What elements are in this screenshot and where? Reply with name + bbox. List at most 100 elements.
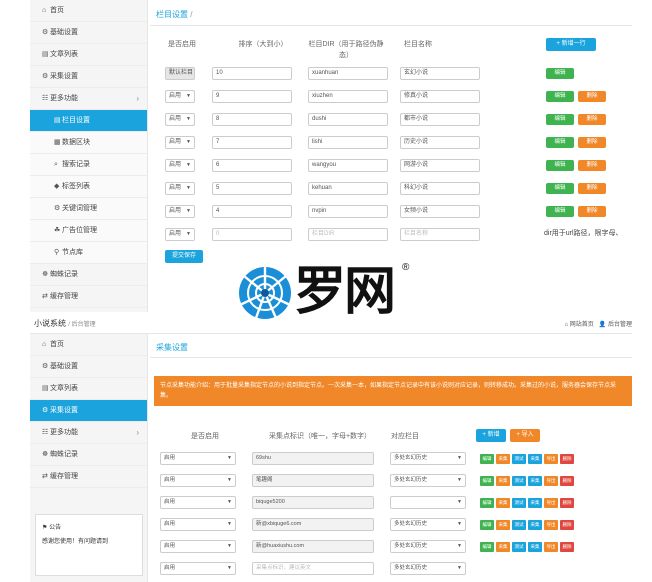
row-action-button-5[interactable]: 删除 xyxy=(560,520,574,530)
column-select[interactable]: 多处玄幻历史 ▼ xyxy=(390,474,466,487)
row-action-button-4[interactable]: 导出 xyxy=(544,542,558,552)
site-home-link[interactable]: 网站首页 xyxy=(570,322,594,328)
sort-input[interactable]: 6 xyxy=(212,159,292,172)
edit-button[interactable]: 编辑 xyxy=(546,160,574,171)
row-action-button-4[interactable]: 导出 xyxy=(544,520,558,530)
row-action-button-4[interactable]: 导出 xyxy=(544,454,558,464)
sidebar-item-10[interactable]: ☘ 广告位管理 xyxy=(30,220,147,242)
save-button[interactable]: 提交保存 xyxy=(165,250,203,263)
enable-select[interactable]: 启用 ▼ xyxy=(160,540,236,553)
name-input[interactable]: 都市小说 xyxy=(400,113,480,126)
sidebar-item-6[interactable]: ▦数据区块 xyxy=(30,132,147,154)
row-action-button-0[interactable]: 编辑 xyxy=(480,498,494,508)
sort-input[interactable]: 10 xyxy=(212,67,292,80)
row-action-button-1[interactable]: 采集 xyxy=(496,542,510,552)
enable-select[interactable]: 启用 ▼ xyxy=(160,474,236,487)
delete-button[interactable]: 删除 xyxy=(578,183,606,194)
edit-button[interactable]: 编辑 xyxy=(546,206,574,217)
sidebar-item-4[interactable]: ☷ 更多功能 › xyxy=(30,422,147,444)
row-action-button-3[interactable]: 采集 xyxy=(528,542,542,552)
dir-input[interactable]: kehuan xyxy=(308,182,388,195)
dir-input[interactable]: xiuzhen xyxy=(308,90,388,103)
enable-select[interactable]: 启用 ▼ xyxy=(165,228,195,241)
sidebar-item-7[interactable]: ⌕ 搜索记录 xyxy=(30,154,147,176)
sidebar-item-13[interactable]: ⇄ 缓存管理 xyxy=(30,286,147,308)
row-action-button-4[interactable]: 导出 xyxy=(544,498,558,508)
row-action-button-3[interactable]: 采集 xyxy=(528,476,542,486)
sort-input[interactable]: 5 xyxy=(212,182,292,195)
row-action-button-5[interactable]: 删除 xyxy=(560,498,574,508)
row-action-button-2[interactable]: 测试 xyxy=(512,520,526,530)
sidebar-item-1[interactable]: ⚙ 基础设置 xyxy=(30,22,147,44)
row-action-button-5[interactable]: 删除 xyxy=(560,476,574,486)
add-button[interactable]: + 新增 xyxy=(476,429,506,442)
dir-input[interactable]: nvpin xyxy=(308,205,388,218)
sidebar-item-5[interactable]: ▤栏目设置 xyxy=(30,110,147,132)
name-input[interactable]: 栏目名称 xyxy=(400,228,480,241)
tag-input[interactable]: biquge5200 xyxy=(252,496,374,509)
enable-select[interactable]: 启用 ▼ xyxy=(160,496,236,509)
sort-input[interactable]: 9 xyxy=(212,90,292,103)
name-input[interactable]: 女频小说 xyxy=(400,205,480,218)
row-action-button-1[interactable]: 采集 xyxy=(496,454,510,464)
row-action-button-4[interactable]: 导出 xyxy=(544,476,558,486)
sidebar-item-0[interactable]: ⌂ 首页 xyxy=(30,0,147,22)
row-action-button-1[interactable]: 采集 xyxy=(496,498,510,508)
row-action-button-0[interactable]: 编辑 xyxy=(480,520,494,530)
sidebar-item-0[interactable]: ⌂ 首页 xyxy=(30,334,147,356)
edit-button[interactable]: 编辑 xyxy=(546,68,574,79)
column-select[interactable]: 多处玄幻历史 ▼ xyxy=(390,562,466,575)
sort-input[interactable]: 4 xyxy=(212,205,292,218)
dir-input[interactable]: 栏目DIR xyxy=(308,228,388,241)
sidebar-item-5[interactable]: ☸ 蜘蛛记录 xyxy=(30,444,147,466)
row-action-button-0[interactable]: 编辑 xyxy=(480,476,494,486)
edit-button[interactable]: 编辑 xyxy=(546,114,574,125)
add-row-button[interactable]: + 新增一行 xyxy=(546,38,596,51)
enable-select[interactable]: 启用 ▼ xyxy=(165,113,195,126)
tag-input[interactable]: 采集点标识，建议英文 xyxy=(252,562,374,575)
row-action-button-2[interactable]: 测试 xyxy=(512,498,526,508)
sidebar-item-2[interactable]: ▤文章列表 xyxy=(30,44,147,66)
name-input[interactable]: 修真小说 xyxy=(400,90,480,103)
sidebar-item-12[interactable]: ☸ 蜘蛛记录 xyxy=(30,264,147,286)
row-action-button-3[interactable]: 采集 xyxy=(528,520,542,530)
dir-input[interactable]: xuanhuan xyxy=(308,67,388,80)
row-action-button-2[interactable]: 测试 xyxy=(512,476,526,486)
enable-select[interactable]: 启用 ▼ xyxy=(160,452,236,465)
tag-input[interactable]: 新@huaxiushu.com xyxy=(252,540,374,553)
delete-button[interactable]: 删除 xyxy=(578,114,606,125)
row-action-button-0[interactable]: 编辑 xyxy=(480,454,494,464)
sort-input[interactable]: 0 xyxy=(212,228,292,241)
sidebar-item-1[interactable]: ⚙ 基础设置 xyxy=(30,356,147,378)
sidebar-item-3[interactable]: ⚙ 采集设置 xyxy=(30,66,147,88)
name-input[interactable]: 科幻小说 xyxy=(400,182,480,195)
tag-input[interactable]: 新@xbiquge6.com xyxy=(252,518,374,531)
dir-input[interactable]: lishi xyxy=(308,136,388,149)
sidebar-item-11[interactable]: ⚲ 节点库 xyxy=(30,242,147,264)
edit-button[interactable]: 编辑 xyxy=(546,137,574,148)
sidebar-item-6[interactable]: ⇄ 缓存管理 xyxy=(30,466,147,488)
name-input[interactable]: 历史小说 xyxy=(400,136,480,149)
row-action-button-2[interactable]: 测试 xyxy=(512,454,526,464)
enable-select[interactable]: 启用 ▼ xyxy=(165,136,195,149)
sidebar-item-4[interactable]: ☷ 更多功能 › xyxy=(30,88,147,110)
sidebar-item-3[interactable]: ⚙ 采集设置 xyxy=(30,400,147,422)
delete-button[interactable]: 删除 xyxy=(578,91,606,102)
name-input[interactable]: 网游小说 xyxy=(400,159,480,172)
row-action-button-5[interactable]: 删除 xyxy=(560,542,574,552)
column-select[interactable]: ▼ xyxy=(390,496,466,509)
dir-input[interactable]: dushi xyxy=(308,113,388,126)
admin-link[interactable]: 后台管理 xyxy=(608,322,632,328)
sort-input[interactable]: 7 xyxy=(212,136,292,149)
enable-select[interactable]: 启用 ▼ xyxy=(165,205,195,218)
dir-input[interactable]: wangyou xyxy=(308,159,388,172)
tag-input[interactable]: 笔趣阁 xyxy=(252,474,374,487)
sort-input[interactable]: 8 xyxy=(212,113,292,126)
delete-button[interactable]: 删除 xyxy=(578,206,606,217)
enable-select[interactable]: 默认栏目 xyxy=(165,67,195,80)
sidebar-item-2[interactable]: ▤文章列表 xyxy=(30,378,147,400)
sidebar-item-9[interactable]: ⚙ 关键词管理 xyxy=(30,198,147,220)
enable-select[interactable]: 启用 ▼ xyxy=(165,182,195,195)
row-action-button-5[interactable]: 删除 xyxy=(560,454,574,464)
name-input[interactable]: 玄幻小说 xyxy=(400,67,480,80)
